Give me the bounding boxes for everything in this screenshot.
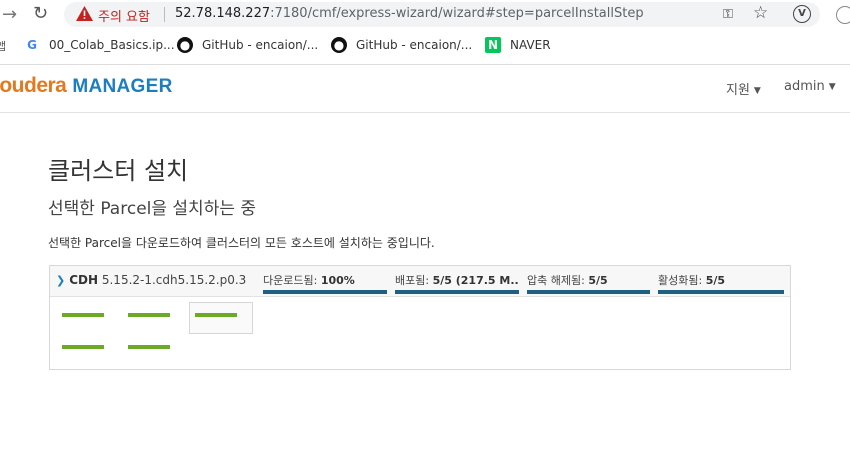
stage-value: 100% bbox=[320, 274, 355, 287]
stage-label: 압축 해제됨: bbox=[527, 274, 585, 287]
stage-value: 5/5 bbox=[588, 274, 608, 287]
page-title: 클러스터 설치 bbox=[48, 157, 189, 185]
back-arrow-icon[interactable]: → bbox=[2, 4, 17, 25]
address-bar[interactable]: 주의 요함 52.78.148.227:7180/cmf/express-wiz… bbox=[64, 2, 820, 27]
bookmark-star-icon[interactable]: ☆ bbox=[753, 3, 768, 23]
support-menu[interactable]: 지원 ▼ bbox=[726, 79, 761, 98]
extension-icon[interactable]: V bbox=[793, 5, 811, 23]
bookmark-label: 00_Colab_Basics.ip... bbox=[49, 38, 175, 52]
url-path: :7180/cmf/express-wizard/wizard#step=par… bbox=[270, 6, 644, 21]
host-status[interactable] bbox=[189, 302, 253, 334]
stage-label: 다운로드됨: bbox=[263, 274, 318, 287]
stage-unpacked: 압축 해제됨: 5/5 bbox=[527, 272, 650, 294]
parcel-version: 5.15.2-1.cdh5.15.2.p0.3 bbox=[101, 273, 247, 287]
user-label: admin bbox=[784, 79, 825, 94]
reload-icon[interactable]: ↻ bbox=[33, 3, 48, 24]
bookmark-label: NAVER bbox=[510, 38, 551, 52]
progress-fill bbox=[527, 290, 650, 294]
host-status[interactable] bbox=[50, 333, 114, 365]
progress-bar bbox=[527, 290, 650, 294]
parcel-name: CDH bbox=[69, 273, 99, 287]
naver-icon: N bbox=[485, 37, 501, 53]
host-status[interactable] bbox=[116, 301, 180, 333]
step-description: 선택한 Parcel을 다운로드하여 클러스터의 모든 호스트에 설치하는 중입… bbox=[48, 236, 435, 250]
url-host: 52.78.148.227 bbox=[175, 6, 271, 21]
progress-fill bbox=[395, 290, 519, 294]
stage-label: 배포됨: bbox=[395, 274, 430, 287]
support-label: 지원 bbox=[726, 83, 750, 98]
step-subtitle: 선택한 Parcel을 설치하는 중 bbox=[48, 199, 257, 219]
progress-bar bbox=[395, 290, 519, 294]
host-status-bar bbox=[128, 313, 170, 317]
stage-value: 5/5 (217.5 M... bbox=[432, 274, 519, 287]
progress-bar bbox=[658, 290, 784, 294]
cloudera-manager-logo[interactable]: loudera MANAGER bbox=[0, 74, 173, 98]
progress-fill bbox=[263, 290, 387, 294]
stage-value: 5/5 bbox=[705, 274, 726, 287]
bookmarks-bar: 앱 G 00_Colab_Basics.ip... ● GitHub - enc… bbox=[0, 32, 850, 60]
github-icon: ● bbox=[177, 37, 193, 53]
parcel-header: ❯ CDH 5.15.2-1.cdh5.15.2.p0.3 다운로드됨: 100%… bbox=[50, 266, 790, 297]
google-icon: G bbox=[27, 38, 37, 52]
url-separator bbox=[164, 7, 165, 22]
bookmark-naver[interactable]: N NAVER bbox=[485, 37, 551, 53]
stage-activated: 활성화됨: 5/5 bbox=[658, 272, 784, 294]
bookmark-github-2[interactable]: ● GitHub - encaion/... bbox=[331, 37, 472, 53]
brand-manager: MANAGER bbox=[72, 76, 173, 97]
host-status-grid bbox=[50, 297, 790, 369]
stage-downloaded: 다운로드됨: 100% bbox=[263, 272, 387, 294]
host-status[interactable] bbox=[116, 333, 180, 365]
bookmark-label: GitHub - encaion/... bbox=[356, 38, 473, 52]
app-header: loudera MANAGER 지원 ▼ admin ▼ bbox=[0, 65, 850, 113]
security-warning-text[interactable]: 주의 요함 bbox=[98, 6, 150, 25]
profile-icon[interactable] bbox=[836, 6, 850, 24]
host-status-bar bbox=[195, 313, 237, 317]
stage-label: 활성화됨: bbox=[658, 274, 703, 287]
host-status[interactable] bbox=[50, 301, 114, 333]
user-menu[interactable]: admin ▼ bbox=[784, 79, 836, 94]
bookmark-label: GitHub - encaion/... bbox=[202, 38, 319, 52]
chevron-down-icon: ❯ bbox=[56, 274, 66, 287]
github-icon: ● bbox=[331, 37, 347, 53]
chevron-down-icon: ▼ bbox=[828, 82, 836, 92]
url-text[interactable]: 52.78.148.227:7180/cmf/express-wizard/wi… bbox=[175, 6, 644, 21]
progress-fill bbox=[658, 290, 784, 294]
bookmark-colab[interactable]: G 00_Colab_Basics.ip... bbox=[24, 37, 175, 53]
brand-cloudera: loudera bbox=[0, 74, 67, 97]
key-icon[interactable]: ⚿ bbox=[723, 7, 733, 22]
parcel-panel: ❯ CDH 5.15.2-1.cdh5.15.2.p0.3 다운로드됨: 100%… bbox=[49, 265, 791, 370]
host-status-bar bbox=[128, 345, 170, 349]
apps-shortcut[interactable]: 앱 bbox=[0, 38, 6, 54]
progress-bar bbox=[263, 290, 387, 294]
browser-toolbar: → ↻ 주의 요함 52.78.148.227:7180/cmf/express… bbox=[0, 0, 850, 30]
parcel-toggle[interactable]: ❯ CDH 5.15.2-1.cdh5.15.2.p0.3 bbox=[56, 273, 246, 287]
stage-distributed: 배포됨: 5/5 (217.5 M... bbox=[395, 272, 519, 294]
chevron-down-icon: ▼ bbox=[753, 86, 761, 96]
host-status-bar bbox=[62, 345, 104, 349]
bookmark-github-1[interactable]: ● GitHub - encaion/... bbox=[177, 37, 318, 53]
host-status-bar bbox=[62, 313, 104, 317]
